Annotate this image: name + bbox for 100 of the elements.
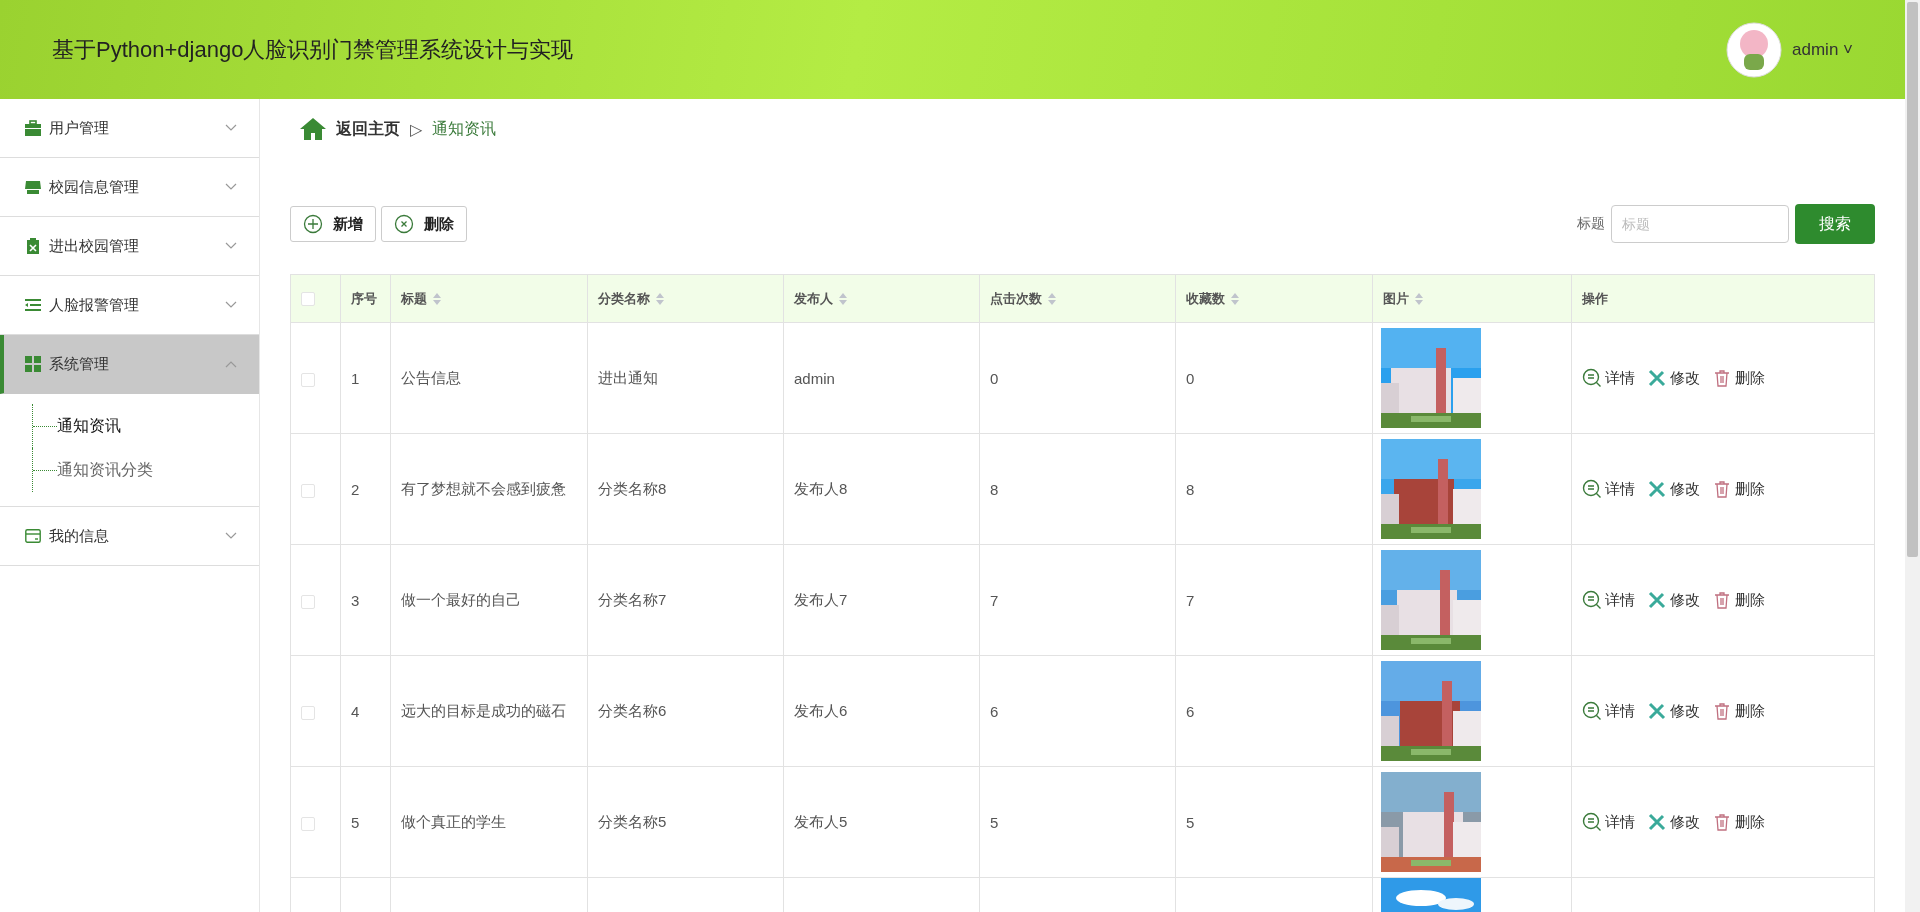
search-field[interactable]: 标题 [1611,205,1789,243]
breadcrumb-separator: ▷ [410,119,423,139]
home-icon[interactable] [300,118,326,140]
search-list-icon [1582,812,1602,832]
search-list-icon [1582,701,1602,721]
row-checkbox[interactable] [301,483,315,498]
column-header[interactable]: 图片 [1383,289,1409,308]
sort-icon[interactable] [1048,292,1056,305]
sort-icon[interactable] [839,292,847,305]
table-cell: 7 [990,591,999,609]
add-button[interactable]: 新增 [290,206,376,242]
trash-icon [1712,368,1732,388]
chevron-icon [225,532,237,540]
chevron-icon [225,124,237,132]
chevron-icon [225,360,237,368]
column-header[interactable]: 发布人 [794,289,833,308]
table-cell: 做个真正的学生 [401,812,506,830]
scrollbar[interactable] [1905,0,1920,912]
table-cell: 进出通知 [598,368,658,386]
tools-icon [1647,368,1667,388]
table-cell: 做一个最好的自己 [401,590,521,608]
details-button[interactable]: 详情 [1582,812,1635,832]
edit-button[interactable]: 修改 [1647,368,1700,388]
column-header[interactable]: 点击次数 [990,289,1042,308]
home-link[interactable]: 返回主页 [336,118,400,140]
details-button[interactable]: 详情 [1582,368,1635,388]
table-cell: 分类名称7 [598,590,667,608]
column-header[interactable]: 收藏数 [1186,289,1225,308]
select-all-checkbox[interactable] [301,292,315,307]
card-icon [25,528,41,544]
column-header[interactable]: 操作 [1582,289,1608,308]
table-cell: 分类名称6 [598,701,667,719]
sort-icon[interactable] [433,292,441,305]
row-checkbox[interactable] [301,705,315,720]
chevron-icon [225,301,237,309]
briefcase-icon [25,120,41,136]
row-checkbox[interactable] [301,594,315,609]
sort-icon[interactable] [1415,292,1423,305]
submenu-item[interactable]: 通知资讯 [57,415,121,437]
table-cell: 5 [351,813,360,831]
search-list-icon [1582,590,1602,610]
sidebar-item[interactable]: 用户管理 [0,99,259,158]
search-button[interactable]: 搜索 [1795,204,1875,244]
chevron-icon [225,183,237,191]
delete-button[interactable]: 删除 [1712,479,1765,499]
row-checkbox[interactable] [301,372,315,387]
sidebar-item[interactable]: 校园信息管理 [0,158,259,217]
search-list-icon [1582,479,1602,499]
column-header[interactable]: 分类名称 [598,289,650,308]
column-header[interactable]: 序号 [351,289,377,308]
trash-icon [1712,479,1732,499]
details-button[interactable]: 详情 [1582,590,1635,610]
sort-icon[interactable] [656,292,664,305]
table-cell: 发布人5 [794,812,848,830]
app-title: 基于Python+django人脸识别门禁管理系统设计与实现 [52,35,574,64]
close-icon [394,214,414,234]
submenu-item[interactable]: 通知资讯分类 [57,459,153,481]
sidebar-item[interactable]: 系统管理 [0,335,259,394]
breadcrumb-current: 通知资讯 [432,118,497,139]
search-label: 标题 [1577,215,1605,233]
table-cell: 8 [1186,480,1195,498]
trash-icon [1712,701,1732,721]
sort-icon[interactable] [1231,292,1239,305]
store-icon [25,179,41,195]
table-cell: 5 [1186,813,1195,831]
delete-button[interactable]: 删除 [1712,590,1765,610]
column-header[interactable]: 标题 [401,289,427,308]
table-cell: 3 [351,591,360,609]
grid-icon [25,356,41,372]
delete-button[interactable]: 删除 [1712,368,1765,388]
table-cell: 发布人8 [794,479,848,497]
delete-button[interactable]: 删除 [381,206,467,242]
details-button[interactable]: 详情 [1582,479,1635,499]
tools-icon [1647,590,1667,610]
avatar-icon[interactable] [1726,21,1783,78]
tools-icon [1647,479,1667,499]
user-menu[interactable]: admin ˅ [1792,39,1853,60]
table-cell: 4 [351,702,360,720]
table-cell: 公告信息 [401,368,461,386]
table-cell: 6 [990,702,999,720]
table-cell: 2 [351,480,360,498]
delete-button[interactable]: 删除 [1712,812,1765,832]
edit-button[interactable]: 修改 [1647,812,1700,832]
edit-button[interactable]: 修改 [1647,479,1700,499]
list-icon [25,297,41,313]
details-button[interactable]: 详情 [1582,701,1635,721]
table-cell: 1 [351,369,360,387]
clipboard-icon [25,238,41,254]
table-cell: 发布人6 [794,701,848,719]
sidebar-item[interactable]: 进出校园管理 [0,217,259,276]
table-cell: admin [794,369,835,387]
sidebar-item[interactable]: 我的信息 [0,507,259,566]
tools-icon [1647,812,1667,832]
table-cell: 有了梦想就不会感到疲惫 [401,479,566,497]
row-checkbox[interactable] [301,816,315,831]
table-cell: 发布人7 [794,590,848,608]
delete-button[interactable]: 删除 [1712,701,1765,721]
edit-button[interactable]: 修改 [1647,701,1700,721]
edit-button[interactable]: 修改 [1647,590,1700,610]
tools-icon [1647,701,1667,721]
